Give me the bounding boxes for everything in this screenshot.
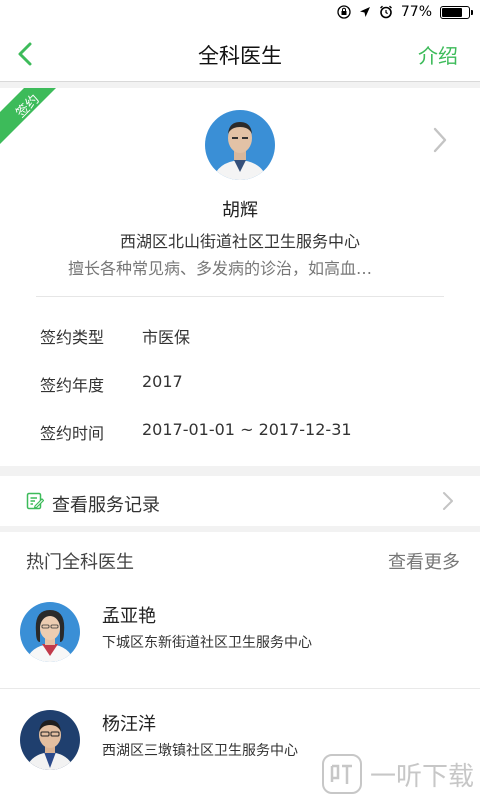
doctor-name: 孟亚艳 <box>102 606 156 627</box>
location-arrow-icon <box>359 7 370 17</box>
contract-time-row: 签约时间 2017-01-01 ~ 2017-12-31 <box>40 420 352 444</box>
edit-record-icon <box>26 492 44 510</box>
contract-year-value: 2017 <box>142 372 183 391</box>
list-item[interactable]: 孟亚艳 下城区东新街道社区卫生服务中心 <box>0 588 480 692</box>
status-bar: 77% <box>0 0 480 26</box>
alarm-icon <box>379 5 392 19</box>
status-icons: 77% <box>337 4 473 20</box>
watermark-logo-icon <box>321 754 362 794</box>
doctor-organization: 下城区东新街道社区卫生服务中心 <box>102 635 312 651</box>
doctor-card[interactable]: 签约 胡辉 西湖区北山街道社区卫生服务中心 擅长各种常见病、多发病的诊治，如高血… <box>0 88 480 466</box>
doctor-name: 杨汪洋 <box>102 714 156 735</box>
contract-time-value: 2017-01-01 ~ 2017-12-31 <box>142 420 352 439</box>
contract-type-row: 签约类型 市医保 <box>40 324 190 348</box>
watermark-text: 一听下载 <box>369 761 474 792</box>
nav-bar: 全科医生 介绍 <box>0 26 480 82</box>
chevron-right-icon[interactable] <box>430 126 450 154</box>
doctor-avatar <box>205 110 275 180</box>
hot-doctors-title: 热门全科医生 <box>26 552 134 573</box>
doctor-avatar <box>20 602 80 662</box>
rotation-lock-icon <box>337 5 351 19</box>
contract-time-label: 签约时间 <box>40 424 105 443</box>
battery-level <box>442 7 463 17</box>
watermark: 一听下载 <box>321 754 474 794</box>
doctor-organization: 西湖区三墩镇社区卫生服务中心 <box>102 743 298 759</box>
page-title: 全科医生 <box>198 44 282 68</box>
doctor-organization: 西湖区北山街道社区卫生服务中心 <box>119 232 360 251</box>
contract-type-value: 市医保 <box>142 328 191 347</box>
divider <box>0 688 480 689</box>
divider <box>36 296 444 297</box>
contract-year-row: 签约年度 2017 <box>40 372 183 396</box>
service-record-label: 查看服务记录 <box>52 495 160 516</box>
doctor-specialty: 擅长各种常见病、多发病的诊治，如高血… <box>68 259 373 278</box>
contract-year-label: 签约年度 <box>40 376 105 395</box>
service-record-row[interactable]: 查看服务记录 <box>0 476 480 526</box>
battery-percent: 77% <box>400 4 432 20</box>
contract-type-label: 签约类型 <box>40 328 105 347</box>
battery-icon <box>440 5 473 19</box>
chevron-right-icon <box>443 492 453 510</box>
signed-ribbon-badge: 签约 <box>0 88 56 144</box>
doctor-avatar <box>20 710 80 770</box>
hot-doctors-section: 热门全科医生 查看更多 孟亚艳 下城区东新街道社区卫生服务中心 杨汪洋 西湖区三… <box>0 532 480 800</box>
view-more-link[interactable]: 查看更多 <box>388 548 460 574</box>
intro-button[interactable]: 介绍 <box>418 40 458 69</box>
doctor-name: 胡辉 <box>222 200 258 221</box>
